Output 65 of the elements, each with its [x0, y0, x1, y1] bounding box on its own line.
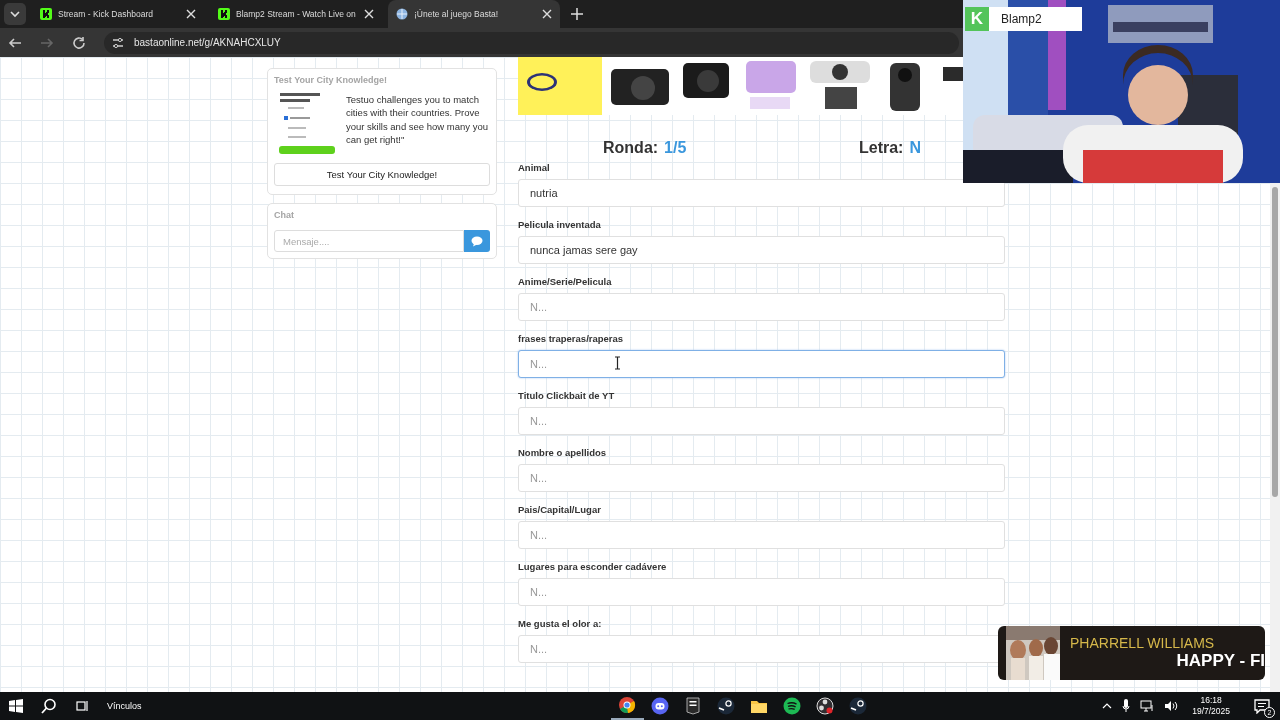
microphone-icon[interactable]	[1122, 699, 1131, 713]
letter-value: N	[909, 139, 921, 157]
close-icon[interactable]	[364, 9, 374, 19]
round-label: Ronda:	[603, 139, 659, 157]
reload-icon[interactable]	[72, 35, 86, 50]
close-icon[interactable]	[186, 9, 196, 19]
steam-icon[interactable]	[849, 697, 868, 715]
field-label: Pais/Capital/Lugar	[518, 503, 602, 517]
song-title: HAPPY - FI	[1175, 651, 1265, 671]
tab-list-button[interactable]	[4, 3, 26, 25]
card-title: Test Your City Knowledge!	[274, 75, 388, 85]
card-description: Testuo challenges you to match cities with their countries. Prove your skills and see how many you can get right!"	[346, 93, 490, 147]
steam-icon[interactable]	[717, 697, 736, 715]
artist-name: PHARRELL WILLIAMS	[1070, 635, 1216, 651]
tab-title: Blamp2 Stream - Watch Live on	[236, 9, 357, 19]
browser-tab[interactable]: Stream - Kick Dashboard	[32, 0, 204, 28]
text-cursor-icon	[614, 356, 621, 370]
field-label: Me gusta el olor a:	[518, 617, 603, 631]
new-tab-icon[interactable]	[570, 7, 584, 21]
chrome-icon[interactable]	[618, 696, 637, 714]
kick-logo-icon	[218, 8, 230, 20]
task-view-icon[interactable]	[75, 699, 89, 713]
clock[interactable]: 16:18 19/7/2025	[1188, 695, 1234, 717]
field-label: Pelicula inventada	[518, 218, 602, 232]
field-label: Anime/Serie/Pelicula	[518, 275, 613, 289]
message-field[interactable]: Mensaje....	[274, 230, 464, 252]
chat-bubble-icon	[471, 235, 483, 247]
letter-label: Letra:	[859, 139, 904, 157]
answer-field[interactable]: nunca jamas sere gay	[518, 236, 1005, 264]
discord-icon[interactable]	[651, 697, 670, 715]
clock-date: 19/7/2025	[1192, 706, 1230, 717]
browser-tab[interactable]: Blamp2 Stream - Watch Live on	[210, 0, 382, 28]
volume-icon[interactable]	[1164, 700, 1179, 712]
field-label: Lugares para esconder cadávere	[518, 560, 668, 574]
close-icon[interactable]	[542, 9, 552, 19]
address-bar[interactable]: bastaonline.net/g/AKNAHCXLUY	[104, 31, 959, 54]
field-label: Titulo Clickbait de YT	[518, 389, 616, 403]
show-hidden-icons-icon[interactable]	[1102, 703, 1113, 709]
windows-start-icon[interactable]	[9, 699, 23, 713]
answer-field[interactable]: nutria	[518, 179, 1005, 207]
notifications-icon[interactable]	[1254, 698, 1270, 714]
network-icon[interactable]	[1140, 700, 1155, 712]
back-icon[interactable]	[8, 35, 22, 50]
field-label: frases traperas/raperas	[518, 332, 625, 346]
url-text: bastaonline.net/g/AKNAHCXLUY	[134, 37, 281, 48]
scrollbar[interactable]	[1270, 183, 1280, 692]
search-icon[interactable]	[41, 698, 57, 714]
round-value: 1/5	[664, 139, 687, 157]
answer-field[interactable]: N...	[518, 350, 1005, 378]
record-icon[interactable]	[816, 697, 835, 715]
toolbar-label[interactable]: Vínculos	[107, 701, 142, 711]
field-label: Animal	[518, 161, 551, 175]
quiz-button[interactable]: Test Your City Knowledge!	[274, 163, 490, 186]
chat-title: Chat	[274, 210, 295, 220]
tab-title: ¡Únete al juego Basta!	[414, 9, 500, 19]
globe-icon	[396, 8, 408, 20]
tab-title: Stream - Kick Dashboard	[58, 9, 154, 19]
browser-tab[interactable]: ¡Únete al juego Basta!	[388, 0, 560, 28]
kick-logo-icon	[40, 8, 52, 20]
field-label: Nombre o apellidos	[518, 446, 608, 460]
shield-icon[interactable]	[684, 697, 703, 715]
send-button[interactable]	[464, 230, 490, 252]
site-settings-icon[interactable]	[112, 36, 124, 49]
clock-time: 16:18	[1199, 695, 1223, 706]
spotify-icon[interactable]	[783, 697, 802, 715]
